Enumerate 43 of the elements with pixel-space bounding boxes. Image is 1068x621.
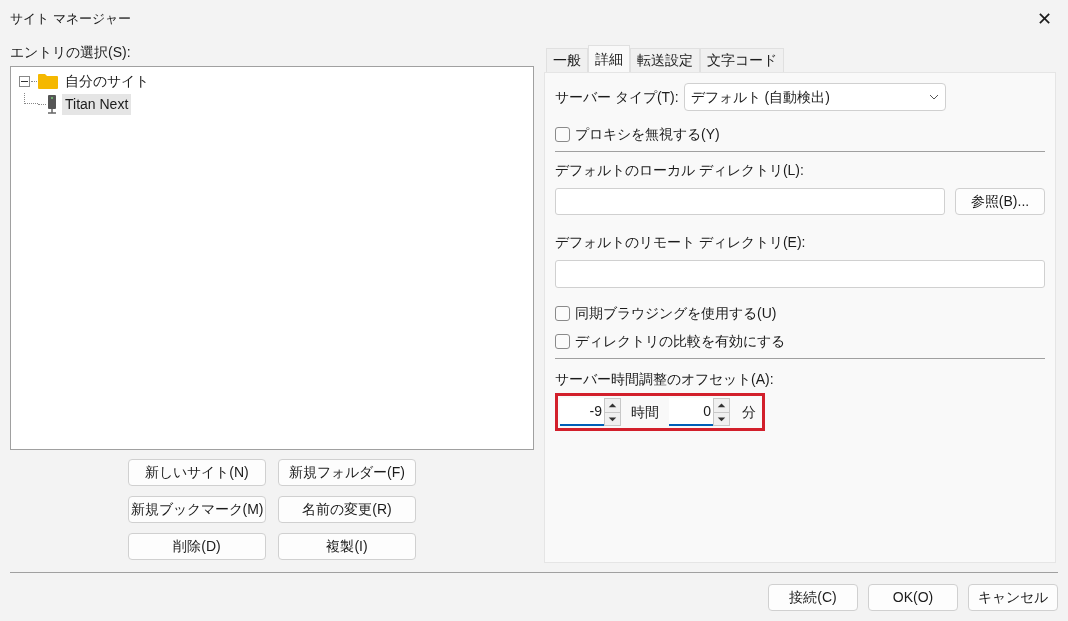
tab[interactable]: 文字コード: [700, 48, 784, 72]
tab[interactable]: 一般: [546, 48, 588, 72]
dialog-button[interactable]: 名前の変更(R): [278, 496, 416, 523]
minus-icon: [21, 78, 28, 85]
spin-buttons[interactable]: [713, 398, 730, 426]
folder-icon: [38, 73, 58, 90]
entries-label: エントリの選択(S):: [10, 42, 132, 62]
minutes-field[interactable]: 0: [669, 398, 713, 426]
window-title: サイト マネージャー: [10, 10, 131, 29]
checkbox-label: ディレクトリの比較を有効にする: [575, 331, 785, 351]
server-type-label: サーバー タイプ(T):: [555, 87, 679, 107]
tab[interactable]: 詳細: [588, 45, 630, 72]
dialog-button[interactable]: 新規ブックマーク(M): [128, 496, 266, 523]
collapse-toggle[interactable]: [19, 76, 30, 87]
dialog-button[interactable]: 複製(I): [278, 533, 416, 560]
hours-unit: 時間: [630, 402, 660, 422]
local-dir-label: デフォルトのローカル ディレクトリ(L):: [555, 161, 805, 180]
tree-item[interactable]: Titan Next: [62, 94, 132, 115]
checkbox[interactable]: [555, 333, 570, 349]
offset-label: サーバー時間調整のオフセット(A):: [555, 370, 775, 389]
remote-dir-field[interactable]: [555, 260, 1045, 288]
checkbox[interactable]: [555, 126, 570, 142]
dialog-button[interactable]: 削除(D): [128, 533, 266, 560]
dialog-button[interactable]: キャンセル: [968, 583, 1058, 611]
checkbox-label: プロキシを無視する(Y): [575, 124, 720, 144]
dialog-button[interactable]: OK(O): [868, 583, 958, 611]
close-button[interactable]: ✕: [1037, 10, 1052, 28]
chevron-down-icon: [928, 94, 939, 100]
dialog-button[interactable]: 新しいサイト(N): [128, 459, 266, 486]
spin-buttons[interactable]: [604, 398, 621, 426]
local-dir-field[interactable]: [555, 188, 945, 215]
tree-item[interactable]: 自分のサイト: [62, 71, 152, 92]
remote-dir-label: デフォルトのリモート ディレクトリ(E):: [555, 233, 807, 252]
server-type-dropdown[interactable]: デフォルト (自動検出): [683, 83, 946, 111]
minutes-unit: 分: [741, 402, 756, 422]
checkbox-label: 同期ブラウジングを使用する(U): [575, 303, 777, 323]
dialog-button[interactable]: 新規フォルダー(F): [278, 459, 416, 486]
tab[interactable]: 転送設定: [630, 48, 700, 72]
dialog-button[interactable]: 参照(B)...: [955, 188, 1045, 215]
hours-field[interactable]: -9: [560, 398, 604, 426]
server-icon: [46, 94, 58, 115]
dialog-button[interactable]: 接続(C): [768, 583, 858, 611]
checkbox[interactable]: [555, 305, 570, 321]
